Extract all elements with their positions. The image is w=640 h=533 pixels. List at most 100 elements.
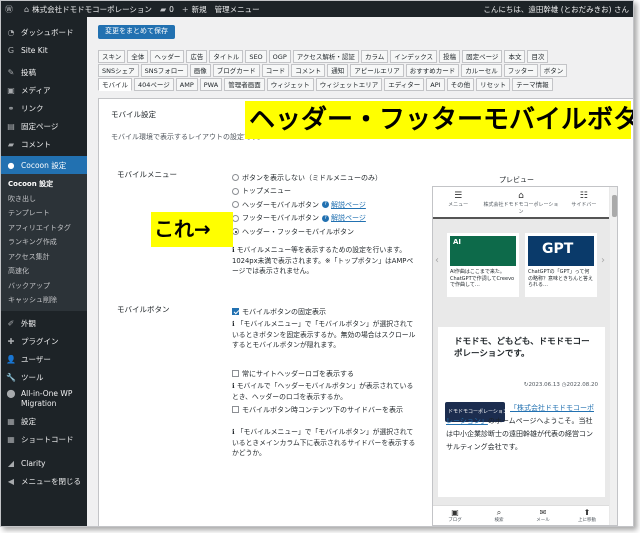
tab-item[interactable]: カルーセル [461,64,502,77]
tab-item[interactable]: 本文 [504,50,526,63]
menu-pages[interactable]: ▤ 固定ページ [1,117,87,135]
submenu-balloon[interactable]: 吹き出し [1,192,87,207]
menu-dashboard[interactable]: ◔ ダッシュボード [1,23,87,41]
admin-menu-link[interactable]: 管理メニュー [211,1,264,17]
tab-item[interactable]: ウィジェット [266,78,314,91]
tab-item[interactable]: SNSシェア [98,64,139,77]
radio-control-selected[interactable] [232,228,239,236]
tab-item[interactable]: ヘッダー [150,50,185,63]
menu-migration[interactable]: ⬤ All-in-One WP Migration [1,387,87,413]
tab-item[interactable]: リセット [476,78,511,91]
tab-item[interactable]: PWA [199,78,223,91]
tab-item[interactable]: ブログカード [212,64,260,77]
site-name-link[interactable]: ⌂ 株式会社ドモドモコーポレーション [20,1,156,17]
checkbox-control[interactable] [232,370,239,378]
preview-blog-button[interactable]: ▣ ブログ [433,506,477,525]
preview-menu-button[interactable]: ☰ メニュー [433,187,483,217]
submenu-backup[interactable]: バックアップ [1,279,87,294]
tab-item[interactable]: テーマ情報 [512,78,553,91]
tab-item[interactable]: 固定ページ [462,50,503,63]
explanation-link[interactable]: 解説ページ [331,200,366,210]
radio-header-footer-mobile-button[interactable]: ヘッダー・フッターモバイルボタン [232,225,382,239]
checkbox-show-sidebar[interactable]: モバイルボタン時コンテンツ下のサイドバーを表示 [232,405,412,416]
tab-item[interactable]: 目次 [527,50,549,63]
user-greeting[interactable]: こんにちは、遠田幹雄 (とおだみきお) さん [479,1,633,17]
preview-carousel-card[interactable]: GPT ChatGPTの「GPT」って何の略称？意味ときちんと答えられる… [525,233,597,297]
submenu-cocoon-settings[interactable]: Cocoon 設定 [1,177,87,192]
menu-cocoon-settings[interactable]: ● Cocoon 設定 [1,156,87,174]
wordpress-logo[interactable]: Ⓦ [1,1,20,17]
tab-item[interactable]: SEO [245,50,267,63]
radio-header-mobile-button[interactable]: ヘッダーモバイルボタン? 解説ページ [232,198,382,212]
menu-plugins[interactable]: ✚ プラグイン [1,333,87,351]
tab-item[interactable]: SNSフォロー [140,64,188,77]
submenu-template[interactable]: テンプレート [1,206,87,221]
checkbox-header-logo[interactable]: 常にサイトヘッダーロゴを表示する [232,367,354,381]
submenu-affiliate-tag[interactable]: アフィリエイトタグ [1,221,87,236]
new-content-link[interactable]: + 新規 [178,1,211,17]
menu-sitekit[interactable]: G Site Kit [1,41,87,59]
menu-appearance[interactable]: ✐ 外観 [1,315,87,333]
save-all-button[interactable]: 変更をまとめて保存 [98,25,175,39]
preview-carousel-card[interactable]: AI AI作曲はここまで来た。ChatGPTで作詞してCreevoで作曲して… [447,233,519,297]
checkbox-control[interactable] [232,406,239,413]
explanation-link[interactable]: 解説ページ [331,213,366,223]
tab-item[interactable]: フッター [503,64,538,77]
tab-item[interactable]: コメント [291,64,326,77]
preview-search-button[interactable]: ⌕ 検索 [477,506,521,525]
tab-item[interactable]: 管理者画面 [224,78,265,91]
radio-control[interactable] [232,187,239,195]
tab-item[interactable]: インデックス [390,50,438,63]
preview-scrollbar[interactable] [610,187,617,525]
checkbox-control-checked[interactable] [232,308,239,316]
tab-item[interactable]: ウィジェットエリア [315,78,383,91]
tab-item[interactable]: カラム [360,50,389,63]
tab-item[interactable]: ボタン [539,64,568,77]
tab-item[interactable]: モバイル [98,78,132,91]
tab-item[interactable]: 画像 [189,64,211,77]
tab-item[interactable]: タイトル [209,50,244,63]
tab-item[interactable]: AMP [175,78,198,91]
submenu-speedup[interactable]: 高速化 [1,264,87,279]
tab-item[interactable]: アピールエリア [350,64,404,77]
tab-item[interactable]: 通知 [327,64,349,77]
menu-posts[interactable]: ✎ 投稿 [1,63,87,81]
submenu-ranking[interactable]: ランキング作成 [1,235,87,250]
tab-item[interactable]: 全体 [127,50,149,63]
radio-top-menu[interactable]: トップメニュー [232,185,382,199]
radio-control[interactable] [232,174,239,182]
menu-media[interactable]: ▣ メディア [1,81,87,99]
menu-shortcode[interactable]: ▦ ショートコード [1,431,87,449]
submenu-cache-clear[interactable]: キャッシュ削除 [1,293,87,308]
menu-users[interactable]: 👤 ユーザー [1,351,87,369]
submenu-access[interactable]: アクセス集計 [1,250,87,265]
tab-item[interactable]: API [426,78,445,91]
tab-item[interactable]: おすすめカード [405,64,460,77]
preview-sidebar-button[interactable]: ☷ サイドバー [559,187,609,217]
menu-tools[interactable]: 🔧 ツール [1,369,87,387]
checkbox-fixed-display[interactable]: モバイルボタンの固定表示 [232,305,326,319]
carousel-next-icon[interactable]: › [601,255,605,266]
tab-item[interactable]: エディター [384,78,425,91]
tab-item[interactable]: OGP [268,50,291,63]
scrollbar-thumb[interactable] [612,195,617,217]
tab-item[interactable]: 投稿 [439,50,461,63]
menu-clarity[interactable]: ◢ Clarity [1,455,87,473]
carousel-prev-icon[interactable]: ‹ [435,255,439,266]
radio-control[interactable] [232,214,239,222]
radio-footer-mobile-button[interactable]: フッターモバイルボタン? 解説ページ [232,212,382,226]
tab-item[interactable]: コード [261,64,290,77]
preview-home-button[interactable]: ⌂ 株式会社ドモドモコーポレーション [483,187,559,217]
tab-item[interactable]: 広告 [186,50,208,63]
menu-comments[interactable]: ▰ コメント [1,135,87,153]
tab-item[interactable]: 404ページ [134,78,174,91]
tab-item[interactable]: その他 [446,78,475,91]
preview-mail-button[interactable]: ✉ メール [521,506,565,525]
tab-item[interactable]: アクセス解析・認証 [292,50,359,63]
menu-settings[interactable]: ▦ 設定 [1,413,87,431]
radio-control[interactable] [232,201,239,209]
tab-item[interactable]: スキン [98,50,126,63]
comments-link[interactable]: ▰ 0 [156,1,178,17]
menu-links[interactable]: ⚭ リンク [1,99,87,117]
preview-top-button[interactable]: ⬆ 上に移動 [565,506,609,525]
